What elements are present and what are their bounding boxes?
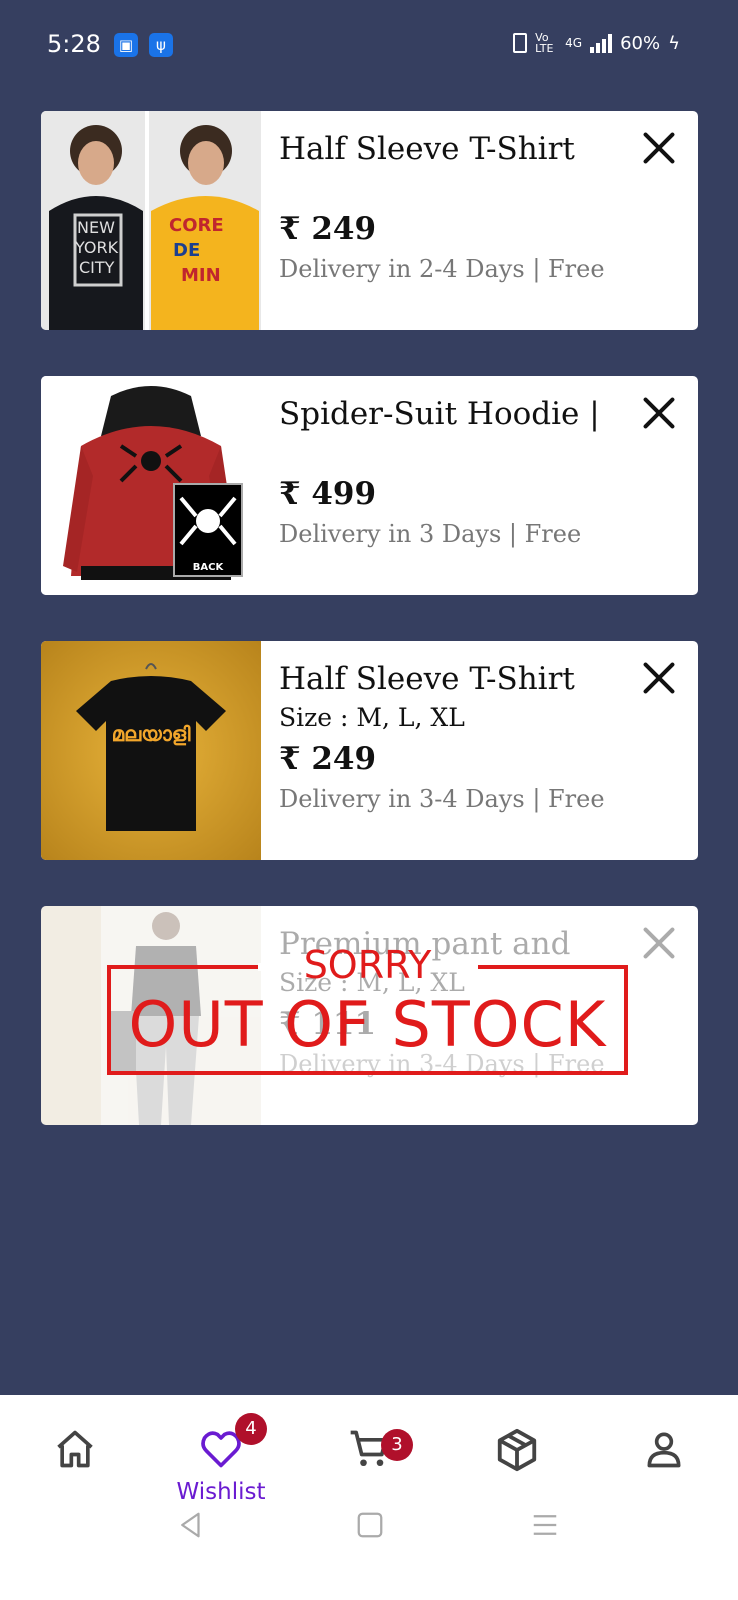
android-icon: ▣ <box>114 33 138 57</box>
item-title[interactable]: Half Sleeve T-Shirt <box>279 661 628 697</box>
svg-text:CITY: CITY <box>79 258 115 277</box>
stamp-main-text: OUT OF STOCK <box>128 988 607 1061</box>
item-details: Spider-Suit Hoodie | ₹ 499 Delivery in 3… <box>279 396 628 548</box>
item-delivery: Delivery in 2-4 Days | Free <box>279 255 605 283</box>
item-price: ₹ 249 <box>279 741 377 777</box>
item-price: ₹ 249 <box>279 211 377 247</box>
nav-wishlist[interactable]: 4 Wishlist <box>151 1413 291 1507</box>
vibrate-icon <box>513 33 528 53</box>
product-image-tshirts[interactable]: NEW YORK CITY CORE DE MIN <box>41 111 261 330</box>
wishlist-item[interactable]: NEW YORK CITY CORE DE MIN Half Sleeve T-… <box>41 111 698 330</box>
stamp-sorry-text: SORRY <box>303 943 432 987</box>
svg-text:NEW: NEW <box>77 218 115 237</box>
nav-profile[interactable] <box>594 1417 734 1507</box>
item-delivery: Delivery in 3 Days | Free <box>279 520 582 548</box>
wishlist-item-out-of-stock[interactable]: Premium pant and Size : M, L, XL ₹ 111 D… <box>41 906 698 1125</box>
item-price: ₹ 499 <box>279 476 377 512</box>
system-navigation-bar <box>0 1510 738 1570</box>
status-time: 5:28 <box>47 30 101 58</box>
back-icon[interactable] <box>176 1510 206 1540</box>
profile-icon <box>647 1432 681 1468</box>
hoodie-back-label: BACK <box>193 562 225 573</box>
remove-item-close-icon[interactable] <box>638 922 680 964</box>
product-image-hoodie[interactable]: BACK <box>41 376 261 595</box>
bottom-navigation: 4 Wishlist 3 <box>0 1395 738 1600</box>
menu-icon[interactable] <box>530 1510 560 1540</box>
svg-text:MIN: MIN <box>181 265 221 286</box>
remove-item-close-icon[interactable] <box>638 127 680 169</box>
item-title[interactable]: Spider-Suit Hoodie | <box>279 396 628 432</box>
volte-label: Vo LTE <box>535 31 554 55</box>
remove-item-close-icon[interactable] <box>638 657 680 699</box>
item-size <box>279 438 628 470</box>
item-delivery: Delivery in 3-4 Days | Free <box>279 785 605 813</box>
item-size: Size : M, L, XL <box>279 703 465 732</box>
item-details: Half Sleeve T-Shirt ₹ 249 Delivery in 2-… <box>279 131 628 283</box>
status-indicators: Vo LTE 4G 60% ϟ <box>513 32 680 54</box>
home-icon <box>57 1430 93 1468</box>
cart-count-badge: 3 <box>381 1429 413 1461</box>
svg-text:CORE: CORE <box>169 215 224 236</box>
signal-icon <box>590 33 613 53</box>
wishlist-count-badge: 4 <box>235 1413 267 1445</box>
svg-text:മലയാളി: മലയാളി <box>112 722 191 746</box>
home-square-icon[interactable] <box>355 1510 385 1540</box>
svg-text:YORK: YORK <box>74 238 119 257</box>
out-of-stock-stamp: SORRY OUT OF STOCK <box>107 943 628 1075</box>
usb-icon: ψ <box>149 33 173 57</box>
item-details: Half Sleeve T-Shirt Size : M, L, XL ₹ 24… <box>279 661 628 813</box>
remove-item-close-icon[interactable] <box>638 392 680 434</box>
wishlist-item[interactable]: BACK Spider-Suit Hoodie | ₹ 499 Delivery… <box>41 376 698 595</box>
charging-icon: ϟ <box>668 32 680 54</box>
svg-text:DE: DE <box>173 240 200 261</box>
nav-cart[interactable]: 3 <box>299 1417 439 1507</box>
item-size <box>279 173 628 205</box>
nav-home[interactable] <box>5 1417 145 1507</box>
status-bar: 5:28 ▣ ψ Vo LTE 4G 60% ϟ <box>0 0 738 90</box>
wishlist-item[interactable]: മലയാളി Half Sleeve T-Shirt Size : M, L, … <box>41 641 698 860</box>
nav-orders[interactable] <box>447 1417 587 1507</box>
network-label: 4G <box>565 36 583 50</box>
battery-level: 60% <box>620 32 661 54</box>
package-icon <box>497 1428 537 1472</box>
nav-wishlist-label: Wishlist <box>176 1479 266 1505</box>
item-title[interactable]: Half Sleeve T-Shirt <box>279 131 628 167</box>
product-image-black-tshirt[interactable]: മലയാളി <box>41 641 261 860</box>
